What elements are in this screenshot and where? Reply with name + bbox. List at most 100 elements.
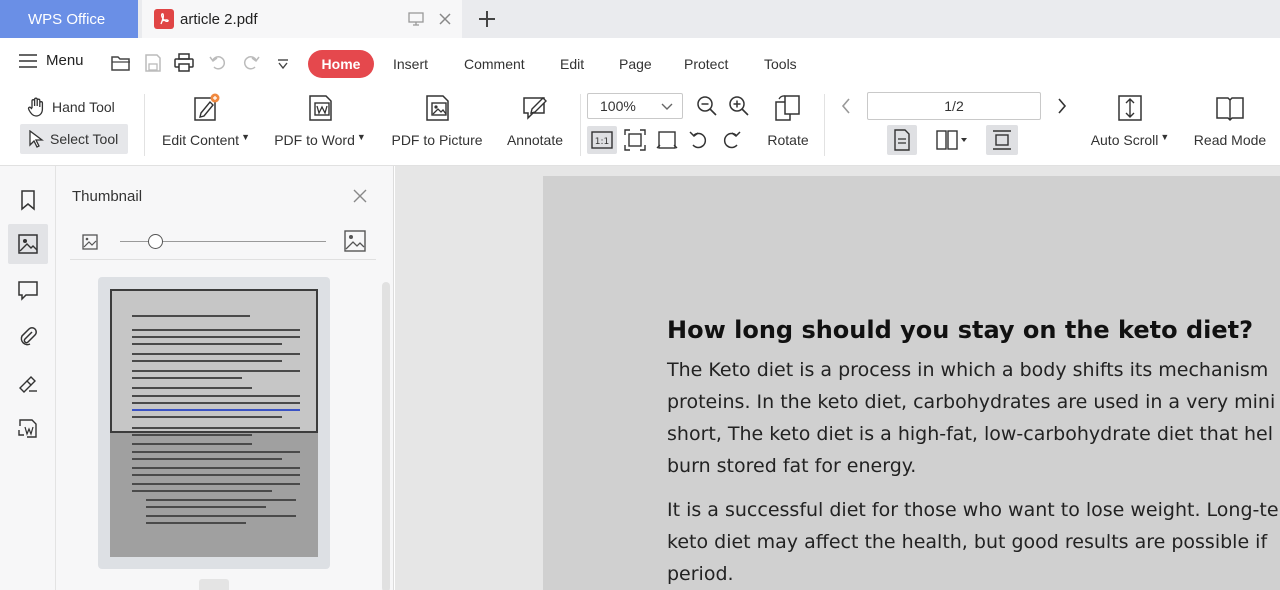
- edit-content-label: Edit Content: [162, 132, 240, 148]
- auto-scroll-button[interactable]: Auto Scroll ▼: [1086, 92, 1174, 148]
- tab-bar: WPS Office article 2.pdf: [0, 0, 1280, 38]
- save-icon[interactable]: [143, 53, 163, 78]
- signature-icon[interactable]: [8, 362, 48, 402]
- customize-toolbar-icon[interactable]: [276, 57, 290, 75]
- ribbon-toolbar: Hand Tool Select Tool Edit Content ▼ PDF …: [0, 88, 1280, 166]
- edit-content-button[interactable]: Edit Content ▼: [158, 92, 254, 148]
- thumbnail-text-line: [146, 506, 266, 508]
- convert-word-icon[interactable]: [8, 408, 48, 448]
- pdf-to-picture-button[interactable]: PDF to Picture: [388, 92, 486, 148]
- thumbnail-scrollbar[interactable]: [382, 282, 390, 590]
- slider-handle[interactable]: [148, 234, 164, 249]
- tab-edit[interactable]: Edit: [560, 56, 584, 72]
- thumbnail-text-line: [132, 427, 300, 429]
- app-tab-wps-office[interactable]: WPS Office: [0, 0, 138, 38]
- zoom-in-icon[interactable]: [726, 93, 752, 119]
- thumbnail-text-line: [132, 360, 282, 362]
- thumbnail-text-line: [132, 451, 300, 453]
- document-paragraph-1: The Keto diet is a process in which a bo…: [667, 354, 1275, 482]
- pdf-to-word-button[interactable]: PDF to Word ▼: [270, 92, 370, 148]
- select-tool-button[interactable]: Select Tool: [20, 124, 128, 154]
- paragraph-line: The Keto diet is a process in which a bo…: [667, 359, 1269, 381]
- comment-icon[interactable]: [8, 270, 48, 310]
- open-folder-icon[interactable]: [110, 53, 132, 78]
- actual-size-icon[interactable]: 1:1: [587, 126, 617, 154]
- thumbnail-text-line: [132, 434, 252, 436]
- scroll-down-handle[interactable]: [199, 579, 229, 590]
- rotate-page-icon: [775, 95, 800, 121]
- thumbnail-text-line: [132, 377, 242, 379]
- thumbnail-text-line: [146, 499, 296, 501]
- thumbnail-text-line: [146, 515, 296, 517]
- thumbnail-panel: Thumbnail: [56, 166, 394, 590]
- read-mode-button[interactable]: Read Mode: [1188, 92, 1272, 148]
- hamburger-icon: [19, 53, 37, 68]
- fit-page-icon[interactable]: [621, 126, 649, 154]
- tab-tools[interactable]: Tools: [764, 56, 797, 72]
- tab-protect[interactable]: Protect: [684, 56, 728, 72]
- paragraph-line: burn stored fat for energy.: [667, 455, 917, 477]
- fit-width-icon[interactable]: [653, 126, 681, 154]
- pdf-to-picture-label: PDF to Picture: [391, 132, 483, 148]
- select-tool-label: Select Tool: [50, 131, 119, 147]
- paragraph-line: short, The keto diet is a high-fat, low-…: [667, 423, 1273, 445]
- page-thumbnail-image: [110, 289, 318, 557]
- close-tab-icon[interactable]: [438, 12, 452, 30]
- document-tab[interactable]: article 2.pdf: [142, 0, 462, 38]
- attachment-icon[interactable]: [8, 316, 48, 356]
- page-thumbnail[interactable]: [98, 277, 330, 569]
- pdf-to-word-icon: [309, 95, 332, 121]
- chevron-down-icon: [660, 99, 674, 116]
- cursor-arrow-icon: [29, 130, 44, 148]
- thumbnail-text-line: [132, 353, 300, 355]
- hand-tool-button[interactable]: Hand Tool: [26, 96, 115, 118]
- annotate-icon: [523, 97, 547, 120]
- undo-icon[interactable]: [209, 53, 227, 76]
- print-icon[interactable]: [173, 53, 195, 78]
- auto-scroll-icon: [1118, 95, 1142, 121]
- paragraph-line: It is a successful diet for those who wa…: [667, 499, 1279, 521]
- dual-page-view-icon[interactable]: [932, 125, 972, 155]
- tab-insert[interactable]: Insert: [393, 56, 428, 72]
- left-rail: [0, 166, 56, 590]
- annotate-label: Annotate: [506, 132, 564, 148]
- bookmark-icon[interactable]: [8, 180, 48, 220]
- large-image-icon[interactable]: [344, 230, 366, 257]
- menu-button[interactable]: Menu: [18, 52, 84, 69]
- pdf-to-word-label: PDF to Word: [274, 132, 355, 148]
- tab-comment[interactable]: Comment: [464, 56, 525, 72]
- toolbar-divider: [580, 94, 581, 156]
- continuous-scroll-icon[interactable]: [986, 125, 1018, 155]
- rotate-left-icon[interactable]: [686, 126, 712, 154]
- document-viewport[interactable]: How long should you stay on the keto die…: [395, 166, 1280, 590]
- page-indicator: 1/2: [944, 98, 964, 114]
- single-page-view-icon[interactable]: [887, 125, 917, 155]
- toolbar-divider: [144, 94, 145, 156]
- new-tab-plus-icon[interactable]: [476, 8, 498, 30]
- thumbnail-icon[interactable]: [8, 224, 48, 264]
- rotate-button[interactable]: Rotate: [760, 92, 816, 148]
- page-number-input[interactable]: 1/2: [867, 92, 1041, 120]
- previous-page-icon[interactable]: [836, 94, 856, 118]
- tab-home-label: Home: [321, 56, 361, 72]
- edit-content-icon: [194, 93, 220, 121]
- next-page-icon[interactable]: [1052, 94, 1072, 118]
- small-image-icon[interactable]: [82, 234, 98, 255]
- close-panel-icon[interactable]: [352, 188, 368, 209]
- thumbnail-text-line: [132, 490, 272, 492]
- paragraph-line: proteins. In the keto diet, carbohydrate…: [667, 391, 1276, 413]
- zoom-out-icon[interactable]: [694, 93, 720, 119]
- thumbnail-text-line: [132, 402, 300, 404]
- document-heading: How long should you stay on the keto die…: [667, 316, 1254, 344]
- tab-page[interactable]: Page: [619, 56, 652, 72]
- tab-home[interactable]: Home: [308, 50, 374, 78]
- document-tab-label: article 2.pdf: [180, 10, 258, 28]
- redo-icon[interactable]: [242, 53, 260, 76]
- thumbnail-panel-title: Thumbnail: [72, 188, 143, 205]
- zoom-select[interactable]: 100%: [587, 93, 683, 119]
- monitor-icon[interactable]: [408, 12, 424, 30]
- annotate-button[interactable]: Annotate: [500, 92, 570, 148]
- rotate-right-icon[interactable]: [718, 126, 744, 154]
- thumbnail-text-line: [132, 409, 300, 411]
- thumbnail-size-slider-row: [70, 228, 376, 260]
